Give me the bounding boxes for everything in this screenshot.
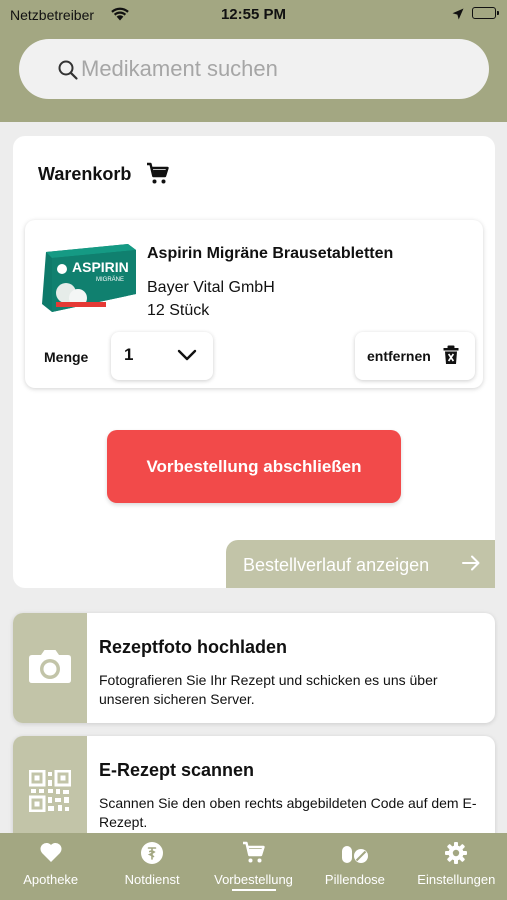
- camera-icon: [28, 647, 72, 690]
- arrow-right-icon: [461, 554, 481, 577]
- scan-erezept-side: [13, 736, 87, 846]
- chevron-down-icon: [177, 348, 197, 367]
- remove-label: entfernen: [367, 348, 431, 364]
- cart-item: ASPIRIN MIGRÄNE Aspirin Migräne Brauseta…: [25, 220, 483, 388]
- scan-erezept-title: E-Rezept scannen: [99, 760, 255, 780]
- search-bar[interactable]: [19, 39, 489, 99]
- clock: 12:55 PM: [220, 6, 287, 23]
- active-tab-indicator: [231, 889, 276, 891]
- submit-preorder-button[interactable]: Vorbestellung abschließen: [107, 430, 401, 503]
- cart-card: Warenkorb ASPIRIN MIGRÄNE Aspirin Migrän…: [13, 136, 495, 588]
- heart-icon: [39, 841, 63, 868]
- emergency-icon: [140, 841, 164, 870]
- tab-pillendose[interactable]: Pillendose: [304, 833, 405, 900]
- product-package-size: 12 Stück: [147, 302, 210, 319]
- product-brand-text: ASPIRIN: [72, 259, 129, 275]
- gear-icon: [444, 841, 468, 870]
- upload-prescription-title: Rezeptfoto hochladen: [99, 637, 287, 657]
- tab-einstellungen-label: Einstellungen: [417, 872, 496, 887]
- product-name: Aspirin Migräne Brausetabletten: [147, 245, 394, 262]
- scan-erezept-description: Scannen Sie den oben rechts abgebildeten…: [99, 795, 477, 830]
- search-icon: [57, 59, 79, 86]
- tab-vorbestellung[interactable]: Vorbestellung: [203, 833, 304, 900]
- pills-icon: [341, 841, 369, 870]
- tab-apotheke-label: Apotheke: [23, 872, 79, 887]
- quantity-select[interactable]: 1: [111, 332, 213, 380]
- header: Netzbetreiber 12:55 PM: [0, 0, 507, 122]
- search-input[interactable]: [81, 47, 461, 91]
- upload-prescription-card[interactable]: Rezeptfoto hochladen Fotografieren Sie I…: [13, 613, 495, 723]
- tab-pillendose-label: Pillendose: [324, 872, 385, 887]
- quantity-value: 1: [124, 345, 134, 364]
- order-history-label: Bestellverlauf anzeigen: [243, 555, 430, 575]
- tab-apotheke[interactable]: Apotheke: [0, 833, 101, 900]
- tab-notdienst[interactable]: Notdienst: [101, 833, 202, 900]
- trash-icon: [443, 345, 459, 370]
- location-arrow-icon: [452, 7, 464, 23]
- qr-code-icon: [28, 769, 72, 817]
- product-image: ASPIRIN MIGRÄNE: [38, 238, 138, 316]
- product-sub-text: MIGRÄNE: [96, 276, 124, 283]
- order-history-button[interactable]: Bestellverlauf anzeigen: [226, 540, 495, 588]
- upload-prescription-description: Fotografieren Sie Ihr Rezept und schicke…: [99, 672, 438, 707]
- tab-vorbestellung-label: Vorbestellung: [214, 872, 293, 887]
- upload-prescription-side: [13, 613, 87, 723]
- cart-title: Warenkorb: [38, 164, 132, 184]
- scan-erezept-card[interactable]: E-Rezept scannen Scannen Sie den oben re…: [13, 736, 495, 846]
- battery-icon: [472, 7, 499, 19]
- status-bar: Netzbetreiber 12:55 PM: [0, 0, 507, 30]
- remove-button[interactable]: entfernen: [355, 332, 475, 380]
- tab-notdienst-label: Notdienst: [124, 872, 180, 887]
- product-vendor: Bayer Vital GmbH: [147, 279, 275, 296]
- tab-bar: Apotheke Notdienst Vorbestellung Pillend…: [0, 833, 507, 900]
- cart-icon: [146, 162, 170, 191]
- quantity-label: Menge: [44, 349, 89, 365]
- tab-einstellungen[interactable]: Einstellungen: [406, 833, 507, 900]
- cart-icon: [242, 841, 266, 870]
